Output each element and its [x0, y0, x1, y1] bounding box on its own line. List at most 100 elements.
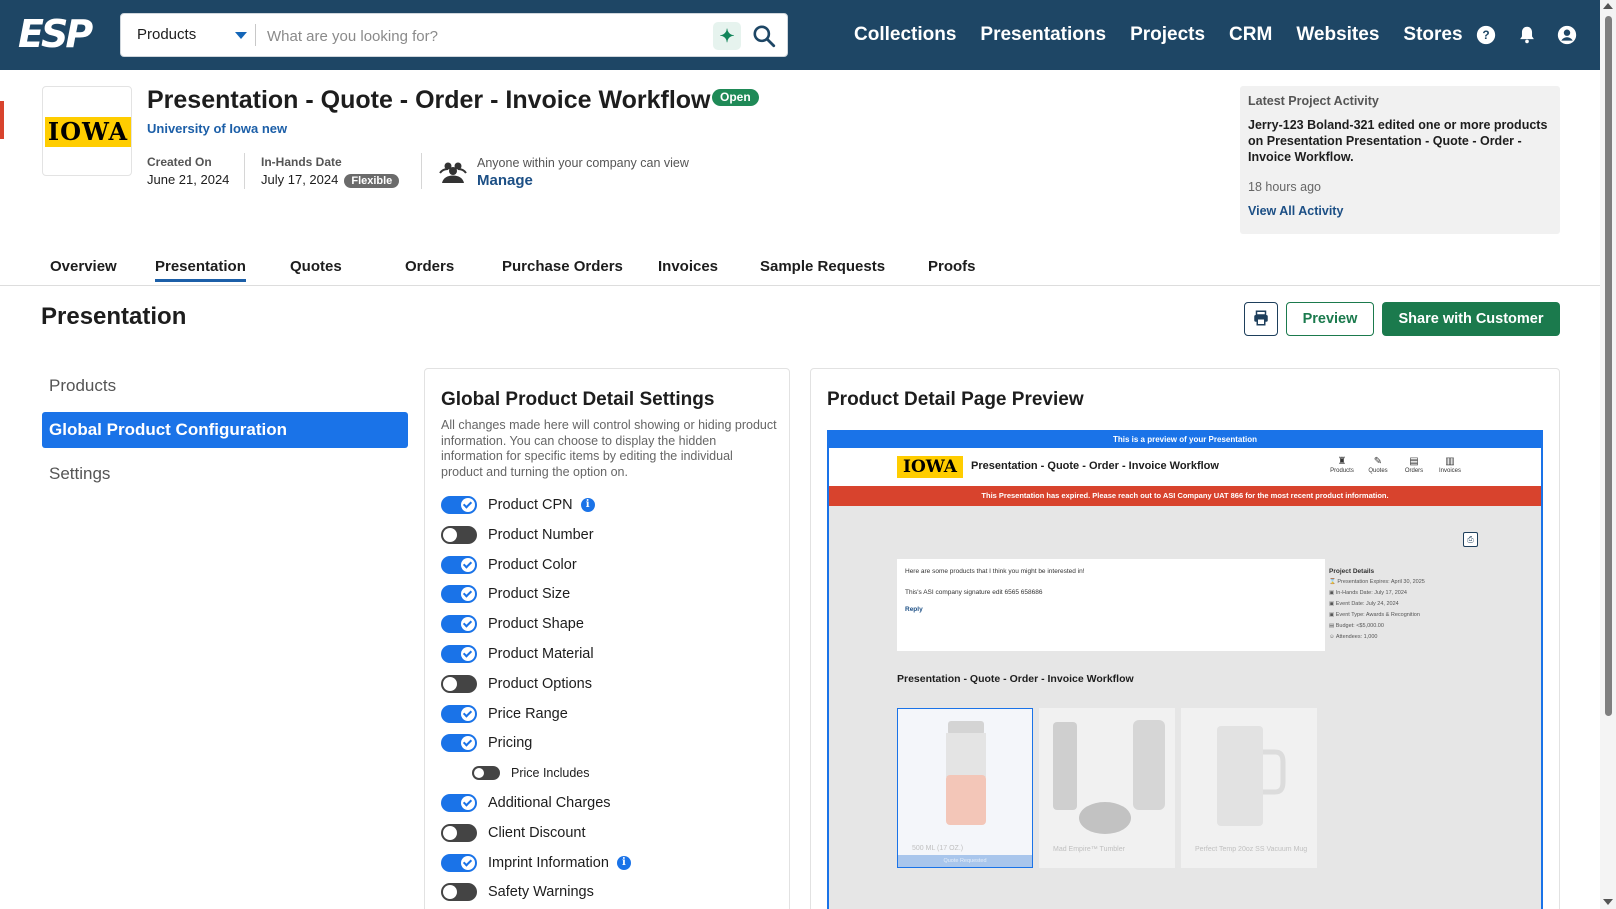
preview-button[interactable]: Preview — [1286, 302, 1374, 336]
tab-presentation[interactable]: Presentation — [155, 258, 246, 282]
tab-quotes[interactable]: Quotes — [290, 258, 342, 275]
toggle-product-number-row: Product Number — [441, 524, 594, 546]
created-on: Created On June 21, 2024 — [147, 155, 229, 187]
preview-message-line: Here are some products that I think you … — [905, 568, 1085, 575]
toggle-price-range[interactable] — [441, 704, 477, 723]
toggle-product-cpn[interactable] — [441, 496, 477, 514]
nav-stores[interactable]: Stores — [1403, 24, 1462, 46]
scroll-up-arrow-icon[interactable] — [1603, 3, 1613, 9]
toggle-imprint-information[interactable] — [441, 853, 477, 872]
in-hands-label: In-Hands Date — [261, 155, 342, 169]
preview-signature-line: This's ASI company signature edit 6565 6… — [905, 589, 1043, 596]
preview-detail-row: ☺ Attendees: 1,000 — [1329, 634, 1378, 640]
toggle-product-number[interactable] — [441, 525, 477, 544]
account-icon[interactable] — [1556, 24, 1578, 46]
toggle-product-options-label: Product Options — [488, 675, 592, 692]
sidenav-products[interactable]: Products — [42, 368, 408, 404]
toggle-product-cpn-row: Product CPN i — [441, 494, 595, 516]
tab-invoices[interactable]: Invoices — [658, 258, 718, 275]
nav-websites[interactable]: Websites — [1296, 24, 1379, 46]
toggle-price-includes[interactable] — [472, 766, 500, 781]
search-category-value: Products — [137, 26, 197, 43]
share-with-customer-button[interactable]: Share with Customer — [1382, 302, 1560, 336]
scrollbar-thumb[interactable] — [1605, 16, 1612, 716]
toggle-product-shape-label: Product Shape — [488, 616, 584, 633]
preview-product-card[interactable]: Perfect Temp 20oz SS Vacuum Mug — [1181, 708, 1317, 868]
page-accent-bar — [0, 101, 4, 139]
toggle-product-size[interactable] — [441, 585, 477, 604]
customer-link[interactable]: University of Iowa new — [147, 121, 287, 136]
preview-nav-label: Invoices — [1438, 468, 1461, 474]
toggle-safety-warnings[interactable] — [441, 883, 477, 902]
activity-title: Latest Project Activity — [1248, 94, 1379, 108]
toggle-additional-charges[interactable] — [441, 794, 477, 812]
preview-print-icon[interactable]: ⎙ — [1463, 532, 1478, 547]
toggle-knob — [443, 885, 457, 900]
preview-nav-products[interactable]: ♜ Products — [1325, 456, 1359, 474]
preview-title: Product Detail Page Preview — [827, 389, 1084, 410]
nav-projects[interactable]: Projects — [1130, 24, 1205, 46]
toggle-knob — [461, 557, 475, 572]
preview-detail-row: ▣ Event Date: July 24, 2024 — [1329, 601, 1399, 607]
global-product-detail-settings: Global Product Detail Settings All chang… — [424, 368, 790, 909]
toggle-price-range-label: Price Range — [488, 705, 568, 722]
toggle-knob — [443, 825, 457, 840]
settings-title: Global Product Detail Settings — [441, 389, 715, 410]
global-search: Products ✦ — [120, 13, 788, 57]
preview-banner: This is a preview of your Presentation — [829, 432, 1541, 448]
main-nav: Collections Presentations Projects CRM W… — [854, 0, 1487, 70]
toggle-knob — [461, 736, 475, 751]
toggle-imprint-information-label: Imprint Information — [488, 854, 609, 871]
nav-crm[interactable]: CRM — [1229, 24, 1272, 46]
tab-orders[interactable]: Orders — [405, 258, 454, 275]
nav-collections[interactable]: Collections — [854, 24, 956, 46]
settings-description: All changes made here will control showi… — [441, 418, 777, 479]
info-icon[interactable]: i — [616, 855, 631, 870]
info-icon[interactable]: i — [580, 498, 595, 512]
sidenav-settings[interactable]: Settings — [42, 456, 408, 492]
toggle-knob — [461, 587, 475, 602]
status-badge: Open — [712, 89, 759, 106]
tab-overview[interactable]: Overview — [50, 258, 117, 275]
preview-nav-orders[interactable]: ▤ Orders — [1397, 456, 1431, 474]
toggle-knob — [461, 647, 475, 661]
preview-nav-invoices[interactable]: ▥ Invoices — [1433, 456, 1467, 474]
toggle-product-color[interactable] — [441, 555, 477, 574]
ai-sparkle-icon[interactable]: ✦ — [713, 22, 741, 50]
toggle-product-material[interactable] — [441, 645, 477, 663]
tab-purchase-orders[interactable]: Purchase Orders — [502, 258, 623, 275]
toggle-knob — [461, 498, 475, 512]
nav-presentations[interactable]: Presentations — [980, 24, 1106, 46]
tab-sample-requests[interactable]: Sample Requests — [760, 258, 885, 275]
preview-product-card[interactable]: Mad Empire™ Tumbler — [1039, 708, 1175, 868]
preview-message-card: Here are some products that I think you … — [897, 559, 1325, 651]
search-category-select[interactable]: Products — [121, 14, 255, 56]
toggle-product-options[interactable] — [441, 674, 477, 693]
search-input[interactable] — [267, 22, 687, 50]
esp-logo[interactable]: ESP — [18, 14, 93, 54]
detail-text: Event Date: July 24, 2024 — [1335, 601, 1399, 607]
bell-icon[interactable] — [1516, 24, 1538, 46]
help-icon[interactable]: ? — [1475, 24, 1497, 46]
view-all-activity-link[interactable]: View All Activity — [1248, 204, 1552, 218]
preview-header: IOWA Presentation - Quote - Order - Invo… — [829, 448, 1541, 486]
product-name: Mad Empire™ Tumbler — [1053, 846, 1125, 853]
tab-proofs[interactable]: Proofs — [928, 258, 976, 275]
preview-products-icon: ♜ — [1337, 456, 1347, 467]
manage-link[interactable]: Manage — [477, 172, 533, 189]
sidenav-global-product-configuration[interactable]: Global Product Configuration — [42, 412, 408, 448]
scroll-down-arrow-icon[interactable] — [1603, 899, 1613, 905]
toggle-client-discount[interactable] — [441, 823, 477, 842]
toggle-safety-warnings-row: Safety Warnings — [441, 881, 594, 903]
preview-product-card[interactable]: 500 ML (17 OZ.) Quote Requested — [897, 708, 1033, 868]
toggle-product-shape[interactable] — [441, 615, 477, 634]
meta-divider — [244, 153, 245, 189]
toggle-pricing[interactable] — [441, 734, 477, 753]
preview-header-title: Presentation - Quote - Order - Invoice W… — [971, 460, 1219, 472]
search-icon[interactable] — [751, 23, 777, 49]
print-button[interactable] — [1244, 302, 1278, 336]
preview-quotes-icon: ✎ — [1373, 456, 1383, 467]
preview-reply-link[interactable]: Reply — [905, 605, 1317, 614]
toggle-client-discount-row: Client Discount — [441, 822, 586, 844]
preview-nav-quotes[interactable]: ✎ Quotes — [1361, 456, 1395, 474]
